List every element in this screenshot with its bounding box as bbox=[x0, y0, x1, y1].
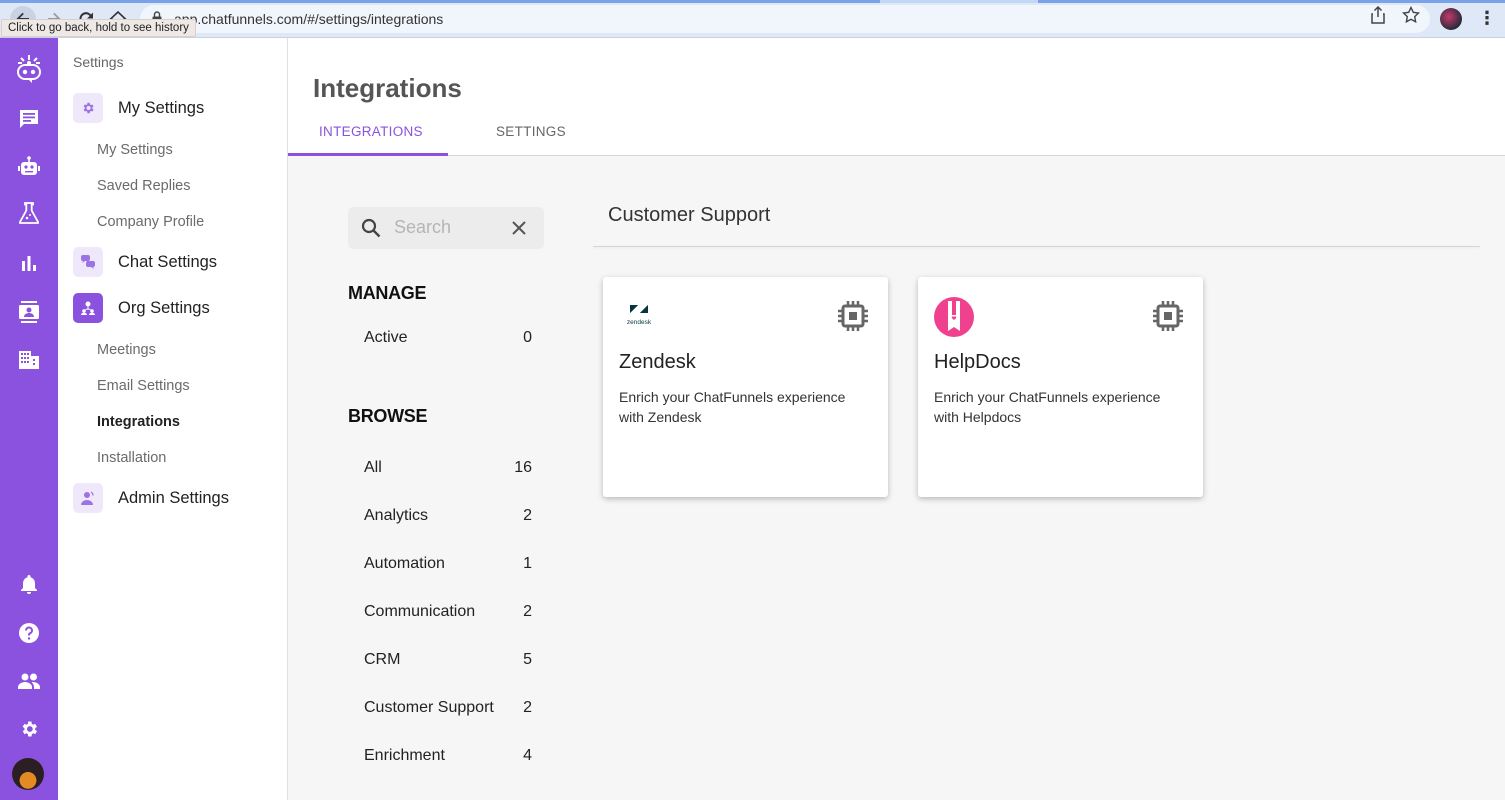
chat-icon[interactable] bbox=[14, 104, 44, 134]
bot-logo-icon[interactable] bbox=[14, 54, 44, 84]
browser-toolbar: app.chatfunnels.com/#/settings/integrati… bbox=[0, 0, 1505, 38]
integration-name: HelpDocs bbox=[934, 351, 1021, 373]
filter-count: 4 bbox=[523, 747, 532, 764]
chip-icon[interactable] bbox=[1153, 301, 1183, 331]
sidebar-item-saved-replies[interactable]: Saved Replies bbox=[97, 178, 191, 194]
sidebar-item-integrations[interactable]: Integrations bbox=[97, 414, 180, 430]
sidebar-group-label: Admin Settings bbox=[118, 488, 229, 507]
integration-name: Zendesk bbox=[619, 351, 696, 373]
filter-count: 0 bbox=[523, 329, 532, 346]
people-icon[interactable] bbox=[14, 666, 44, 696]
gear-icon bbox=[73, 93, 103, 123]
main-content: Integrations INTEGRATIONS SETTINGS MANAG… bbox=[288, 38, 1505, 800]
integration-description: Enrich your ChatFunnels experience with … bbox=[619, 389, 846, 425]
page-header: Integrations INTEGRATIONS SETTINGS bbox=[288, 38, 1505, 156]
sidebar-title: Settings bbox=[73, 54, 124, 70]
svg-text:zendesk: zendesk bbox=[627, 319, 652, 326]
filter-label: Enrichment bbox=[364, 747, 445, 764]
integration-card-helpdocs[interactable]: HelpDocs Enrich your ChatFunnels experie… bbox=[918, 277, 1203, 497]
browse-heading: BROWSE bbox=[348, 406, 428, 426]
page-title: Integrations bbox=[313, 73, 462, 103]
filter-count: 16 bbox=[514, 459, 532, 476]
gear-icon[interactable] bbox=[14, 714, 44, 744]
filter-item-communication[interactable]: Communication 2 bbox=[364, 603, 532, 621]
org-icon bbox=[73, 293, 103, 323]
filter-item-all[interactable]: All 16 bbox=[364, 459, 532, 477]
filter-count: 5 bbox=[523, 651, 532, 668]
active-tab-indicator bbox=[288, 153, 448, 156]
filter-label: Active bbox=[364, 329, 408, 346]
category-title: Customer Support bbox=[608, 204, 771, 226]
sidebar-item-my-settings[interactable]: My Settings bbox=[97, 142, 173, 158]
page-load-progress bbox=[0, 0, 1505, 3]
bell-icon[interactable] bbox=[14, 569, 44, 599]
filter-item-enrichment[interactable]: Enrichment 4 bbox=[364, 747, 532, 765]
filter-count: 2 bbox=[523, 699, 532, 716]
sidebar-item-company-profile[interactable]: Company Profile bbox=[97, 214, 204, 230]
tab-integrations[interactable]: INTEGRATIONS bbox=[319, 124, 423, 139]
filter-label: Analytics bbox=[364, 507, 429, 524]
app-nav-rail bbox=[0, 38, 58, 800]
search-box bbox=[348, 207, 544, 249]
filter-item-crm[interactable]: CRM 5 bbox=[364, 651, 532, 669]
help-icon[interactable] bbox=[14, 618, 44, 648]
manage-heading: MANAGE bbox=[348, 283, 427, 303]
flask-icon[interactable] bbox=[14, 198, 44, 228]
filter-count: 2 bbox=[523, 507, 532, 524]
user-avatar[interactable] bbox=[12, 758, 44, 790]
sidebar-group-my-settings[interactable]: My Settings bbox=[73, 93, 204, 123]
integration-description: Enrich your ChatFunnels experience with … bbox=[934, 389, 1161, 425]
bar-chart-icon[interactable] bbox=[14, 248, 44, 278]
filter-label: Communication bbox=[364, 603, 476, 620]
chat-bubbles-icon bbox=[73, 247, 103, 277]
filter-label: Customer Support bbox=[364, 699, 494, 716]
sidebar-item-email-settings[interactable]: Email Settings bbox=[97, 378, 190, 394]
filter-count: 1 bbox=[523, 555, 532, 572]
filter-label: Automation bbox=[364, 555, 445, 572]
tab-settings[interactable]: SETTINGS bbox=[496, 124, 566, 139]
helpdocs-logo bbox=[934, 297, 974, 337]
share-icon[interactable] bbox=[1370, 5, 1386, 29]
filter-item-active[interactable]: Active 0 bbox=[364, 329, 532, 347]
building-icon[interactable] bbox=[14, 345, 44, 375]
filter-item-customer-support[interactable]: Customer Support 2 bbox=[364, 699, 532, 717]
close-icon[interactable] bbox=[510, 219, 528, 237]
zendesk-logo: zendesk bbox=[619, 297, 659, 337]
profile-avatar[interactable] bbox=[1440, 8, 1462, 30]
sidebar-item-installation[interactable]: Installation bbox=[97, 450, 166, 466]
robot-icon[interactable] bbox=[14, 151, 44, 181]
search-icon bbox=[361, 218, 381, 238]
back-button-tooltip: Click to go back, hold to see history bbox=[1, 19, 196, 37]
filter-label: CRM bbox=[364, 651, 401, 668]
settings-sidebar: Settings My Settings My Settings Saved R… bbox=[58, 38, 288, 800]
sidebar-group-label: Org Settings bbox=[118, 298, 210, 317]
browser-menu-icon[interactable]: ⋮ bbox=[1478, 8, 1496, 29]
sidebar-group-chat-settings[interactable]: Chat Settings bbox=[73, 247, 217, 277]
chip-icon[interactable] bbox=[838, 301, 868, 331]
contact-icon[interactable] bbox=[14, 297, 44, 327]
sidebar-item-meetings[interactable]: Meetings bbox=[97, 342, 156, 358]
search-input[interactable] bbox=[394, 217, 494, 238]
integration-card-zendesk[interactable]: zendesk Zendesk Enrich your ChatFunnels … bbox=[603, 277, 888, 497]
admin-icon bbox=[73, 483, 103, 513]
filter-count: 2 bbox=[523, 603, 532, 620]
category-divider bbox=[593, 246, 1480, 247]
filter-label: All bbox=[364, 459, 382, 476]
address-bar[interactable]: app.chatfunnels.com/#/settings/integrati… bbox=[140, 5, 1430, 33]
sidebar-group-label: My Settings bbox=[118, 98, 205, 117]
sidebar-group-label: Chat Settings bbox=[118, 252, 218, 271]
filter-item-automation[interactable]: Automation 1 bbox=[364, 555, 532, 573]
bookmark-star-icon[interactable] bbox=[1401, 5, 1421, 29]
filter-item-analytics[interactable]: Analytics 2 bbox=[364, 507, 532, 525]
url-text[interactable]: app.chatfunnels.com/#/settings/integrati… bbox=[174, 11, 443, 27]
sidebar-group-admin-settings[interactable]: Admin Settings bbox=[73, 483, 229, 513]
sidebar-group-org-settings[interactable]: Org Settings bbox=[73, 293, 210, 323]
